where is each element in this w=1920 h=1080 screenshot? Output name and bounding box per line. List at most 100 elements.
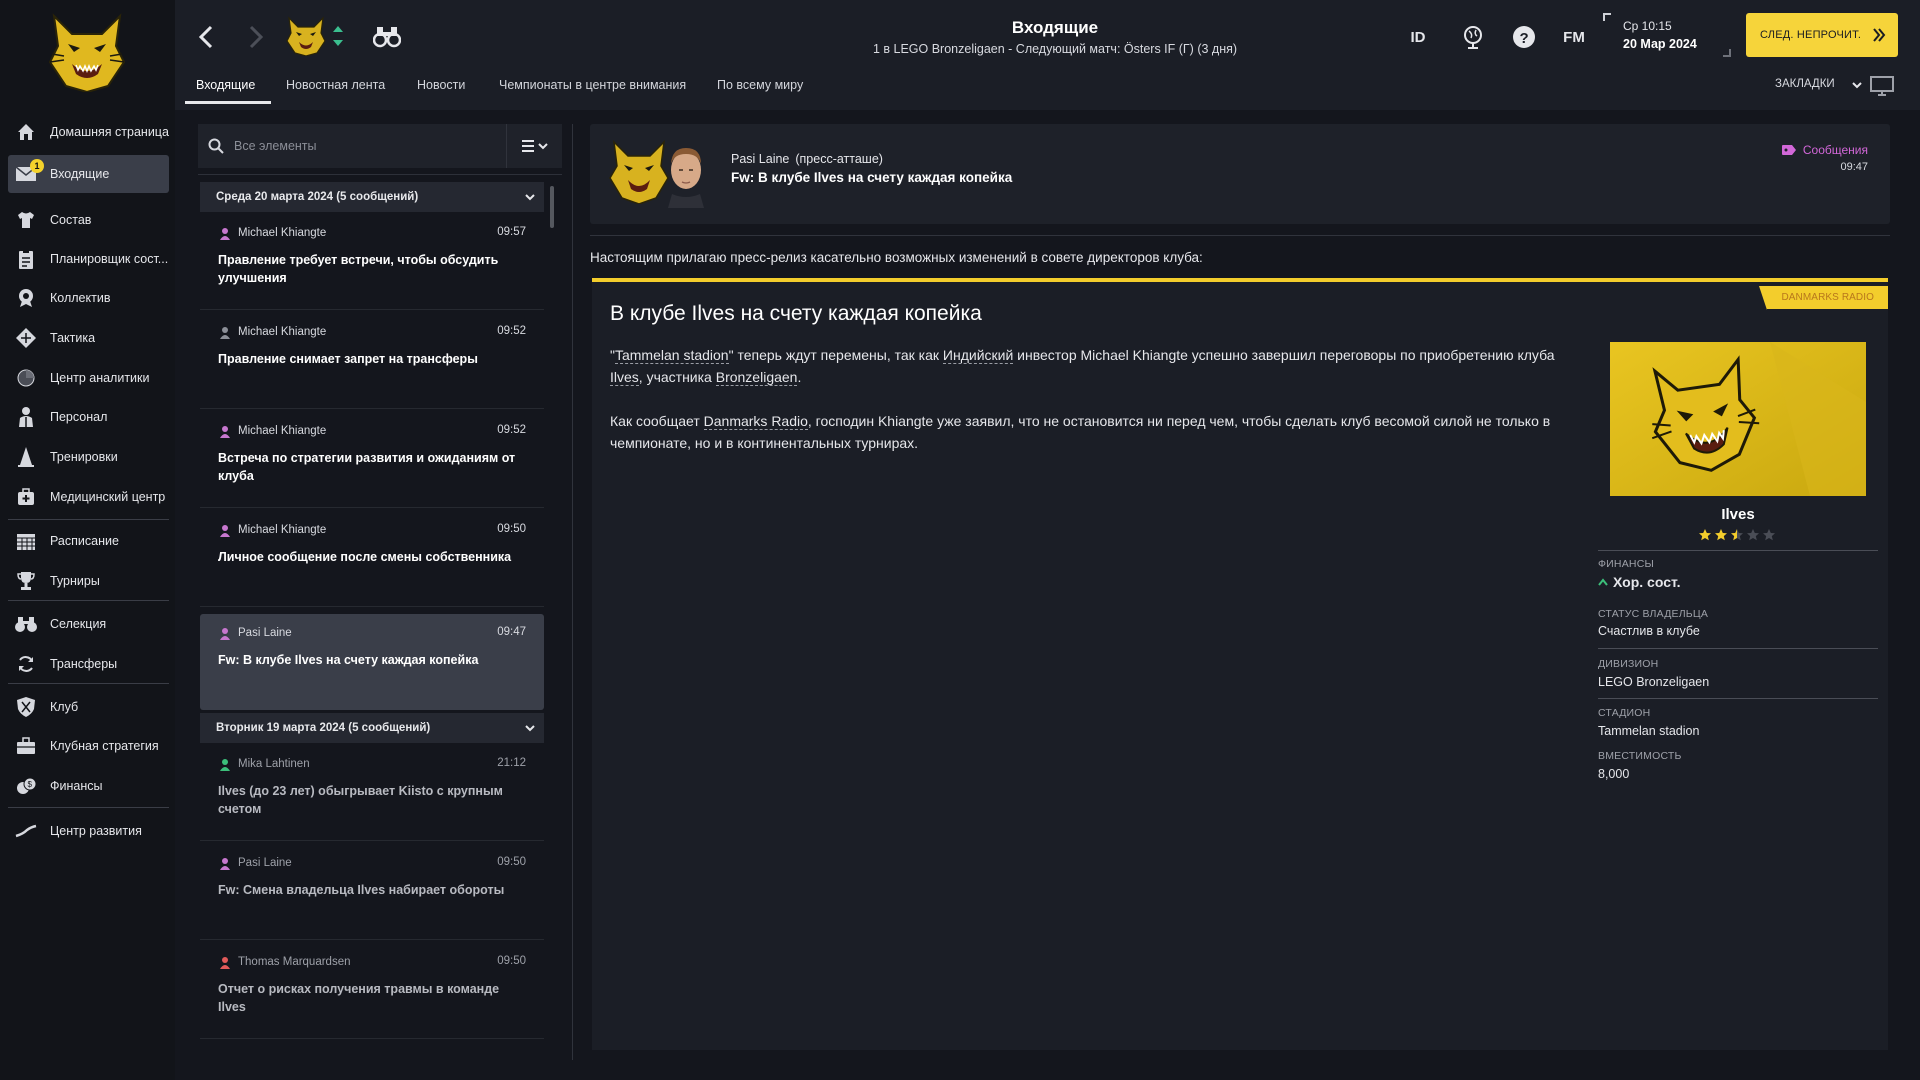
chevron-down-icon bbox=[525, 194, 535, 201]
help-icon[interactable]: ? bbox=[1511, 24, 1537, 50]
club-crest-image[interactable] bbox=[1610, 342, 1866, 496]
forward-arrow-icon[interactable] bbox=[243, 24, 267, 50]
source-link[interactable]: Danmarks Radio bbox=[703, 413, 808, 430]
sidebar-item-medical[interactable]: Медицинский центр bbox=[8, 478, 169, 516]
filter-menu-button[interactable] bbox=[506, 124, 562, 168]
fm-menu-button[interactable]: FM bbox=[1559, 24, 1589, 50]
sidebar: Домашняя страница 1 Входящие Состав План… bbox=[0, 0, 175, 1080]
sidebar-item-label: Коллектив bbox=[50, 291, 111, 305]
message-subject: Личное сообщение после смены собственник… bbox=[218, 550, 512, 564]
date-group-title: Вторник 19 марта 2024 (5 сообщений) bbox=[216, 722, 431, 734]
club-badge-icon[interactable] bbox=[285, 16, 327, 56]
message-item[interactable]: Pasi Laine 09:50 Fw: Смена владельца Ilv… bbox=[200, 844, 544, 940]
sidebar-item-club-vision[interactable]: Клубная стратегия bbox=[8, 727, 169, 765]
staff-icon bbox=[14, 405, 38, 429]
list-scrollbar[interactable] bbox=[550, 186, 554, 228]
svg-text:?: ? bbox=[1520, 30, 1529, 47]
sidebar-item-analytics[interactable]: Центр аналитики bbox=[8, 359, 169, 397]
club-switch-arrows-icon[interactable] bbox=[331, 22, 345, 50]
search-input[interactable] bbox=[234, 139, 494, 153]
division-value[interactable]: LEGO Bronzeligaen bbox=[1598, 675, 1709, 689]
training-cone-icon bbox=[14, 445, 38, 469]
owner-status-label: СТАТУС ВЛАДЕЛЬЦА bbox=[1598, 608, 1709, 620]
sender-role: (пресс-атташе) bbox=[795, 152, 883, 166]
sidebar-item-finances[interactable]: $ Финансы bbox=[8, 767, 169, 805]
tab-news[interactable]: Новости bbox=[417, 78, 465, 102]
tab-around-the-world[interactable]: По всему миру bbox=[717, 78, 803, 102]
calendar-icon bbox=[14, 529, 38, 553]
world-globe-icon[interactable] bbox=[1460, 24, 1486, 50]
date-group-header[interactable]: Среда 20 марта 2024 (5 сообщений) bbox=[200, 182, 544, 212]
message-sender: Thomas Marquardsen bbox=[238, 956, 351, 968]
sidebar-item-development[interactable]: Центр развития bbox=[8, 812, 169, 850]
sidebar-item-staff[interactable]: Персонал bbox=[8, 398, 169, 436]
message-sender: Michael Khiangte bbox=[238, 227, 327, 239]
sidebar-item-competitions[interactable]: Турниры bbox=[8, 562, 169, 600]
monitor-icon[interactable] bbox=[1869, 75, 1895, 97]
capacity-value: 8,000 bbox=[1598, 767, 1630, 781]
sidebar-item-tactics[interactable]: Тактика bbox=[8, 319, 169, 357]
message-subject: Fw: Смена владельца Ilves набирает оборо… bbox=[218, 883, 505, 897]
club-logo[interactable] bbox=[44, 12, 130, 92]
sidebar-item-label: Центр аналитики bbox=[50, 371, 150, 385]
finances-label: ФИНАНСЫ bbox=[1598, 558, 1654, 570]
club-link[interactable]: Ilves bbox=[610, 369, 639, 386]
next-unread-button[interactable]: СЛЕД. НЕПРОЧИТ. bbox=[1746, 13, 1898, 57]
chevron-down-icon[interactable] bbox=[1851, 79, 1863, 91]
sidebar-item-training[interactable]: Тренировки bbox=[8, 438, 169, 476]
search-binoculars-icon[interactable] bbox=[373, 24, 401, 48]
id-button[interactable]: ID bbox=[1405, 24, 1431, 50]
tab-competitions-spotlight[interactable]: Чемпионаты в центре внимания bbox=[499, 78, 686, 102]
stadium-link[interactable]: Tammelan stadion bbox=[614, 347, 729, 364]
club-name[interactable]: Ilves bbox=[1598, 506, 1878, 523]
tab-news-feed[interactable]: Новостная лента bbox=[286, 78, 385, 102]
person-icon bbox=[220, 327, 230, 339]
message-time: 09:50 bbox=[497, 955, 526, 967]
sidebar-item-schedule[interactable]: Расписание bbox=[8, 522, 169, 560]
sidebar-item-home[interactable]: Домашняя страница bbox=[8, 113, 169, 151]
sender-name[interactable]: Pasi Laine bbox=[731, 152, 789, 166]
sidebar-item-transfers[interactable]: Трансферы bbox=[8, 645, 169, 683]
message-subject: Отчет о рисках получения травмы в команд… bbox=[218, 982, 500, 1014]
nationality-link[interactable]: Индийский bbox=[942, 347, 1014, 364]
info-divider bbox=[1598, 698, 1878, 699]
league-link[interactable]: Bronzeligaen bbox=[715, 369, 798, 386]
development-icon bbox=[14, 819, 38, 843]
bookmarks-button[interactable]: ЗАКЛАДКИ bbox=[1775, 78, 1835, 90]
sidebar-item-squad-planner[interactable]: Планировщик сост... bbox=[8, 240, 169, 278]
message-item[interactable]: Michael Khiangte 09:50 Личное сообщение … bbox=[200, 511, 544, 607]
sidebar-item-scouting[interactable]: Селекция bbox=[8, 605, 169, 643]
info-divider bbox=[1598, 648, 1878, 649]
back-arrow-icon[interactable] bbox=[195, 24, 219, 50]
sidebar-item-label: Медицинский центр bbox=[50, 490, 166, 504]
stadium-value[interactable]: Tammelan stadion bbox=[1598, 724, 1699, 738]
transfers-icon bbox=[14, 652, 38, 676]
message-time: 09:47 bbox=[1840, 161, 1868, 173]
message-item-selected[interactable]: Pasi Laine 09:47 Fw: В клубе Ilves на сч… bbox=[200, 614, 544, 710]
sidebar-item-label: Трансферы bbox=[50, 657, 118, 671]
game-date[interactable]: 20 Мар 2024 bbox=[1623, 37, 1697, 51]
sidebar-item-inbox[interactable]: 1 Входящие bbox=[8, 155, 169, 193]
tab-inbox[interactable]: Входящие bbox=[196, 78, 255, 102]
clock-frame-corner bbox=[1723, 49, 1731, 57]
sidebar-item-dynamics[interactable]: Коллектив bbox=[8, 279, 169, 317]
message-item[interactable]: Mika Lahtinen 21:12 Ilves (до 23 лет) об… bbox=[200, 745, 544, 841]
list-separator bbox=[198, 174, 562, 175]
clock-frame-corner bbox=[1603, 13, 1611, 21]
game-time[interactable]: Ср 10:15 bbox=[1623, 19, 1672, 33]
messages-link[interactable]: Сообщения bbox=[1781, 143, 1868, 157]
message-item[interactable]: Thomas Marquardsen 09:50 Отчет о рисках … bbox=[200, 943, 544, 1039]
message-item[interactable]: Michael Khiangte 09:52 Правление снимает… bbox=[200, 313, 544, 409]
unread-badge: 1 bbox=[30, 159, 44, 173]
message-sender: Michael Khiangte bbox=[238, 524, 327, 536]
message-item[interactable]: Michael Khiangte 09:52 Встреча по страте… bbox=[200, 412, 544, 508]
date-group-header[interactable]: Вторник 19 марта 2024 (5 сообщений) bbox=[200, 713, 544, 743]
sidebar-item-squad[interactable]: Состав bbox=[8, 201, 169, 239]
sidebar-item-label: Планировщик сост... bbox=[50, 252, 169, 266]
search-icon bbox=[208, 138, 224, 154]
detail-separator bbox=[590, 235, 1890, 236]
message-subject: Правление требует встречи, чтобы обсудит… bbox=[218, 253, 499, 285]
message-item[interactable]: Michael Khiangte 09:57 Правление требует… bbox=[200, 214, 544, 310]
sidebar-item-club[interactable]: Клуб bbox=[8, 688, 169, 726]
search-box[interactable] bbox=[198, 124, 506, 168]
